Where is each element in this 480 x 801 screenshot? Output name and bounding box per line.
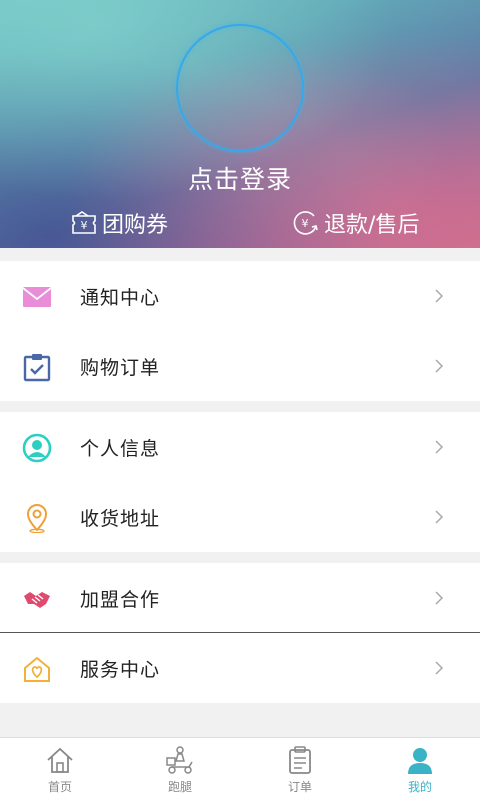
- menu-item-service-center[interactable]: 服务中心: [0, 633, 480, 703]
- person-icon: [408, 748, 432, 774]
- menu-group-account: 个人信息 收货地址: [0, 412, 480, 552]
- menu-group-messages: 通知中心 购物订单: [0, 261, 480, 401]
- clipboard-check-icon: [23, 354, 51, 382]
- tab-errand[interactable]: 跑腿: [120, 738, 240, 801]
- tab-label: 首页: [47, 780, 72, 794]
- bottom-tab-bar: 首页 跑腿 订单 我的: [0, 737, 480, 801]
- refund-icon: ¥: [293, 211, 318, 235]
- tab-label: 我的: [407, 780, 432, 794]
- menu-item-franchise[interactable]: 加盟合作: [0, 563, 480, 633]
- menu-item-label: 收货地址: [80, 507, 161, 530]
- tab-home[interactable]: 首页: [0, 738, 120, 801]
- order-clipboard-icon: [289, 746, 311, 774]
- home-icon: [47, 747, 73, 773]
- svg-text:¥: ¥: [81, 219, 88, 232]
- avatar[interactable]: [176, 24, 304, 152]
- chevron-right-icon: [435, 661, 444, 675]
- tab-mine[interactable]: 我的: [360, 738, 480, 801]
- chevron-right-icon: [435, 440, 444, 454]
- chevron-right-icon: [435, 289, 444, 303]
- coupon-link[interactable]: ¥ 团购券: [70, 206, 168, 240]
- menu-item-orders[interactable]: 购物订单: [0, 331, 480, 401]
- menu-item-profile[interactable]: 个人信息: [0, 412, 480, 482]
- menu-item-label: 购物订单: [80, 356, 161, 379]
- menu-item-notifications[interactable]: 通知中心: [0, 261, 480, 331]
- user-circle-icon: [22, 433, 52, 463]
- coupon-label: 团购券: [102, 213, 169, 238]
- menu-divider: [0, 632, 480, 633]
- login-link[interactable]: 点击登录: [0, 160, 480, 196]
- tab-orders[interactable]: 订单: [240, 738, 360, 801]
- location-pin-icon: [26, 504, 48, 533]
- menu-item-label: 加盟合作: [80, 588, 161, 611]
- chevron-right-icon: [435, 510, 444, 524]
- envelope-icon: [22, 287, 52, 307]
- menu-item-label: 通知中心: [80, 286, 161, 309]
- profile-header: 点击登录 ¥ 团购券 ¥ 退款/售后: [0, 0, 480, 248]
- tab-label: 订单: [287, 780, 312, 794]
- tab-label: 跑腿: [167, 780, 192, 794]
- menu-item-label: 个人信息: [80, 437, 161, 460]
- menu-group-services: 加盟合作 服务中心: [0, 563, 480, 703]
- coupon-icon: ¥: [72, 211, 96, 234]
- handshake-icon: [24, 592, 50, 608]
- menu-item-label: 服务中心: [80, 658, 161, 681]
- chevron-right-icon: [435, 591, 444, 605]
- heart-house-icon: [24, 656, 50, 682]
- refund-label: 退款/售后: [324, 213, 420, 238]
- refund-link[interactable]: ¥ 退款/售后: [292, 206, 419, 240]
- chevron-right-icon: [435, 359, 444, 373]
- svg-text:¥: ¥: [302, 217, 309, 230]
- delivery-scooter-icon: [166, 746, 193, 774]
- menu-item-address[interactable]: 收货地址: [0, 482, 480, 552]
